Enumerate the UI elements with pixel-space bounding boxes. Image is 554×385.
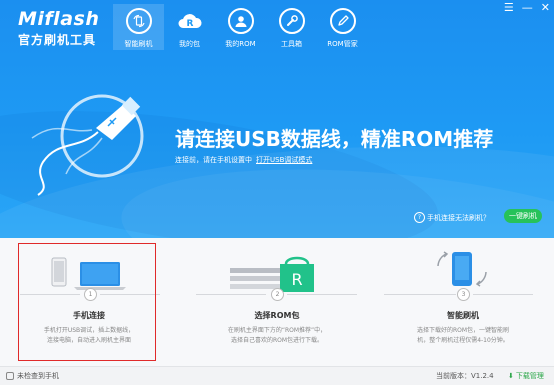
usb-debug-link[interactable]: 打开USB调试模式 <box>256 156 312 164</box>
top-nav: 智能刷机 R 我的包 我的ROM 工具箱 ROM管家 <box>113 4 368 50</box>
connection-help-link[interactable]: ? 手机连接无法刷机？ <box>414 212 490 223</box>
nav-label: 我的ROM <box>225 40 256 48</box>
usb-cable-illustration <box>28 90 168 204</box>
svg-text:R: R <box>291 270 302 289</box>
refresh-phone-icon <box>125 8 152 34</box>
step-description: 在刷机主界面下方的“ROM推荐”中， 选择自己喜欢的ROM包进行下载。 <box>192 326 362 346</box>
version-text: 当前版本：V1.2.4 <box>436 372 494 380</box>
hero-subtitle: 连接前，请在手机设置中 打开USB调试模式 <box>175 155 312 165</box>
nav-item-smart-flash[interactable]: 智能刷机 <box>113 4 164 50</box>
step-title: 智能刷机 <box>447 311 479 320</box>
help-text: 手机连接无法刷机？ <box>427 213 490 222</box>
hero-subtitle-text: 连接前，请在手机设置中 <box>175 156 252 164</box>
download-manager-label: 下载管理 <box>515 372 544 380</box>
device-icon <box>6 372 14 380</box>
one-click-flash-button[interactable]: 一键刷机 <box>504 209 542 223</box>
hero-title: 请连接USB数据线，精准ROM推荐 <box>175 127 494 151</box>
step-divider <box>384 294 456 295</box>
download-icon: ⬇ <box>508 372 514 380</box>
nav-item-rom-manager[interactable]: ROM管家 <box>317 4 368 50</box>
nav-label: 智能刷机 <box>124 40 153 48</box>
status-bar: 未检查到手机 当前版本：V1.2.4 ⬇ 下载管理 <box>0 366 554 385</box>
user-icon <box>227 8 254 34</box>
step-number-badge: 3 <box>457 288 470 301</box>
step-description-line: 在刷机主界面下方的“ROM推荐”中， <box>227 327 327 334</box>
app-logo: Miflash 官方刷机工具 <box>18 8 99 48</box>
step-title: 选择ROM包 <box>254 311 300 320</box>
step-description: 选择下载好的ROM包，一键智能刷 机，整个刷机过程仅需4-10分钟。 <box>378 326 548 346</box>
device-status: 未检查到手机 <box>6 371 59 381</box>
highlight-box <box>18 243 156 361</box>
menu-icon[interactable]: ☰ <box>504 2 514 14</box>
wrench-icon <box>278 8 305 34</box>
app-name-cn: 官方刷机工具 <box>18 33 97 47</box>
step-description-line: 机，整个刷机过程仅需4-10分钟。 <box>417 337 509 344</box>
step-divider <box>196 294 266 295</box>
nav-label: 工具箱 <box>281 40 302 48</box>
rom-package-icon: R <box>177 8 203 34</box>
step-number-badge: 2 <box>271 288 284 301</box>
step-divider <box>473 294 533 295</box>
nav-label: ROM管家 <box>327 40 358 48</box>
step-divider <box>287 294 357 295</box>
nav-item-my-rom[interactable]: 我的ROM <box>215 4 266 50</box>
nav-label: 我的包 <box>179 40 200 48</box>
pencil-icon <box>329 8 356 34</box>
step-description-line: 选择自己喜欢的ROM包进行下载。 <box>230 337 324 344</box>
app-name-en: Miflash <box>18 8 100 30</box>
svg-text:R: R <box>186 19 193 29</box>
step-description-line: 选择下载好的ROM包，一键智能刷 <box>416 327 510 334</box>
nav-item-toolbox[interactable]: 工具箱 <box>266 4 317 50</box>
minimize-icon[interactable]: — <box>522 2 533 14</box>
close-icon[interactable]: ✕ <box>541 2 550 14</box>
nav-item-my-package[interactable]: R 我的包 <box>164 4 215 50</box>
device-status-text: 未检查到手机 <box>17 372 59 380</box>
window-controls: ☰ — ✕ <box>504 2 550 14</box>
download-manager-link[interactable]: ⬇ 下载管理 <box>508 371 544 381</box>
question-icon: ? <box>414 212 425 223</box>
header-banner: Miflash 官方刷机工具 智能刷机 R 我的包 我的ROM 工具箱 ROM管… <box>0 0 554 238</box>
